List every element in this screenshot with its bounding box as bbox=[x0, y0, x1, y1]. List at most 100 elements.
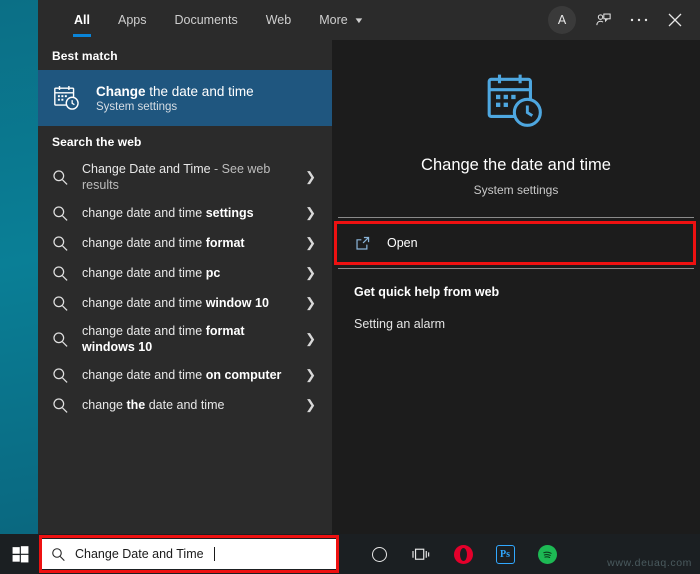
list-item-text-1a: change date and time bbox=[82, 206, 206, 220]
list-item[interactable]: change date and time window 10 ❯ bbox=[38, 288, 332, 318]
list-item-text-7b: the bbox=[126, 398, 145, 412]
calendar-clock-icon bbox=[483, 68, 549, 134]
search-input[interactable]: Change Date and Time bbox=[42, 539, 336, 569]
search-icon bbox=[52, 235, 69, 252]
tab-apps-label: Apps bbox=[118, 13, 147, 27]
opera-glyph bbox=[454, 545, 473, 564]
open-button[interactable]: Open bbox=[332, 224, 700, 262]
chevron-right-icon: ❯ bbox=[305, 235, 322, 251]
chevron-right-icon: ❯ bbox=[305, 397, 322, 413]
preview-header: Change the date and time System settings bbox=[332, 46, 700, 217]
preview-title: Change the date and time bbox=[421, 156, 611, 175]
search-tabs: All Apps Documents Web More ▼ bbox=[38, 0, 377, 40]
list-item-text-2a: change date and time bbox=[82, 236, 206, 250]
header-actions: A bbox=[548, 0, 700, 40]
avatar-initial: A bbox=[558, 13, 566, 27]
search-icon bbox=[52, 169, 69, 186]
tab-web-label: Web bbox=[266, 13, 291, 27]
quick-help-section: Get quick help from web Setting an alarm bbox=[332, 269, 700, 331]
taskbar-icons: Ps bbox=[360, 534, 566, 574]
list-item-text-5a: change date and time bbox=[82, 324, 206, 338]
open-button-label: Open bbox=[387, 236, 418, 250]
search-icon bbox=[52, 367, 69, 384]
opera-icon[interactable] bbox=[444, 534, 482, 574]
text-caret bbox=[214, 547, 215, 561]
screen: All Apps Documents Web More ▼ A bbox=[0, 0, 700, 574]
chevron-right-icon: ❯ bbox=[305, 169, 322, 185]
list-item-label: change the date and time bbox=[82, 397, 292, 413]
chevron-down-icon: ▼ bbox=[353, 16, 364, 25]
list-item-text-6a: change date and time bbox=[82, 368, 206, 382]
taskbar-search-wrapper: Change Date and Time bbox=[42, 539, 336, 569]
list-item[interactable]: change date and time format windows 10 ❯ bbox=[38, 318, 332, 360]
spotify-glyph bbox=[538, 545, 557, 564]
calendar-clock-icon bbox=[52, 83, 82, 113]
spotify-icon[interactable] bbox=[528, 534, 566, 574]
best-match-subtitle: System settings bbox=[96, 101, 254, 113]
list-item[interactable]: change the date and time ❯ bbox=[38, 390, 332, 420]
ellipsis-icon[interactable] bbox=[622, 3, 656, 37]
best-match-row[interactable]: Change the date and time System settings bbox=[38, 70, 332, 126]
best-match-text: Change the date and time System settings bbox=[96, 84, 254, 113]
close-icon[interactable] bbox=[658, 3, 692, 37]
tab-more-label: More bbox=[319, 13, 347, 27]
best-match-title: Change the date and time bbox=[96, 84, 254, 99]
list-item-label: change date and time on computer bbox=[82, 367, 292, 383]
tab-more[interactable]: More ▼ bbox=[305, 0, 376, 40]
list-item-label: change date and time format bbox=[82, 235, 292, 251]
chevron-right-icon: ❯ bbox=[305, 295, 322, 311]
quick-help-header: Get quick help from web bbox=[354, 285, 700, 299]
feedback-person-icon[interactable] bbox=[586, 3, 620, 37]
list-item[interactable]: change date and time pc ❯ bbox=[38, 258, 332, 288]
list-item[interactable]: Change Date and Time - See web results ❯ bbox=[38, 156, 332, 198]
task-view-icon[interactable] bbox=[402, 534, 440, 574]
list-item-text-3b: pc bbox=[206, 266, 221, 280]
list-item[interactable]: change date and time on computer ❯ bbox=[38, 360, 332, 390]
list-item-text-0a: Change Date and Time bbox=[82, 162, 211, 176]
list-item-label: change date and time settings bbox=[82, 205, 292, 221]
list-item-text-4b: window 10 bbox=[206, 296, 269, 310]
chevron-right-icon: ❯ bbox=[305, 265, 322, 281]
photoshop-label: Ps bbox=[500, 549, 510, 560]
tab-all-label: All bbox=[74, 13, 90, 27]
open-external-icon bbox=[354, 235, 371, 252]
search-icon bbox=[51, 547, 66, 562]
results-column: Best match bbox=[38, 40, 332, 534]
list-item-label: change date and time pc bbox=[82, 265, 292, 281]
list-item-text-7a: change bbox=[82, 398, 126, 412]
list-item[interactable]: change date and time format ❯ bbox=[38, 228, 332, 258]
list-item-label: change date and time window 10 bbox=[82, 295, 292, 311]
tab-all[interactable]: All bbox=[60, 0, 104, 40]
tab-documents[interactable]: Documents bbox=[160, 0, 251, 40]
search-header: All Apps Documents Web More ▼ A bbox=[38, 0, 700, 40]
best-match-title-rest: the date and time bbox=[146, 84, 254, 99]
start-button[interactable] bbox=[0, 534, 40, 574]
photoshop-icon[interactable]: Ps bbox=[486, 534, 524, 574]
chevron-right-icon: ❯ bbox=[305, 367, 322, 383]
list-item-label: Change Date and Time - See web results bbox=[82, 161, 292, 193]
search-body: Best match bbox=[38, 40, 700, 534]
divider-top bbox=[338, 217, 694, 218]
web-results-list: Change Date and Time - See web results ❯… bbox=[38, 156, 332, 420]
search-icon bbox=[52, 295, 69, 312]
tab-apps[interactable]: Apps bbox=[104, 0, 161, 40]
preview-column: Change the date and time System settings… bbox=[332, 40, 700, 534]
open-action-wrapper: Open bbox=[332, 224, 700, 262]
list-item-text-4a: change date and time bbox=[82, 296, 206, 310]
search-icon bbox=[52, 205, 69, 222]
tab-web[interactable]: Web bbox=[252, 0, 305, 40]
cortana-icon[interactable] bbox=[360, 534, 398, 574]
list-item-text-7c: date and time bbox=[145, 398, 224, 412]
avatar[interactable]: A bbox=[548, 6, 576, 34]
list-item-text-6b: on computer bbox=[206, 368, 282, 382]
list-item[interactable]: change date and time settings ❯ bbox=[38, 198, 332, 228]
search-flyout: All Apps Documents Web More ▼ A bbox=[38, 0, 700, 534]
best-match-title-prefix: Change bbox=[96, 84, 146, 99]
list-item-text-1b: settings bbox=[206, 206, 254, 220]
list-item-text-3a: change date and time bbox=[82, 266, 206, 280]
search-icon bbox=[52, 331, 69, 348]
best-match-header: Best match bbox=[38, 40, 332, 70]
chevron-right-icon: ❯ bbox=[305, 331, 322, 347]
cortana-ring bbox=[372, 547, 387, 562]
quick-help-link[interactable]: Setting an alarm bbox=[354, 317, 700, 331]
